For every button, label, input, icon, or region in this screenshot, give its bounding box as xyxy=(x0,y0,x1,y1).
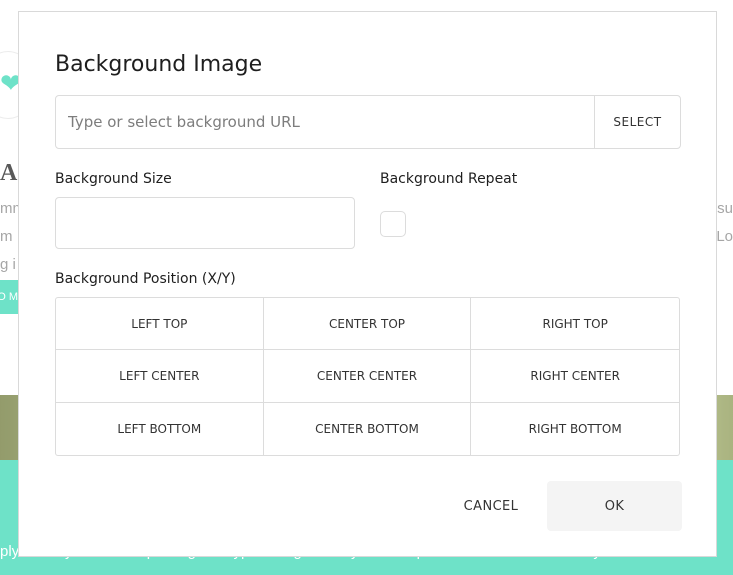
background-url-input[interactable] xyxy=(56,96,594,148)
background-position-grid: LEFT TOP CENTER TOP RIGHT TOP LEFT CENTE… xyxy=(55,297,680,456)
select-button[interactable]: SELECT xyxy=(594,96,680,148)
background-size-input[interactable] xyxy=(55,197,355,249)
position-left-bottom[interactable]: LEFT BOTTOM xyxy=(56,402,264,455)
background-image-dialog: Background Image SELECT Background Size … xyxy=(18,11,717,557)
dialog-title: Background Image xyxy=(55,52,263,77)
ok-button[interactable]: OK xyxy=(547,481,682,531)
position-center-bottom[interactable]: CENTER BOTTOM xyxy=(264,402,472,455)
position-left-top[interactable]: LEFT TOP xyxy=(56,298,264,351)
background-repeat-checkbox[interactable] xyxy=(380,211,406,237)
background-position-label: Background Position (X/Y) xyxy=(55,271,236,287)
url-field-group: SELECT xyxy=(55,95,681,149)
position-center-top[interactable]: CENTER TOP xyxy=(263,298,472,351)
background-repeat-label: Background Repeat xyxy=(380,171,518,187)
position-left-center[interactable]: LEFT CENTER xyxy=(56,350,264,403)
background-size-label: Background Size xyxy=(55,171,172,187)
position-right-bottom[interactable]: RIGHT BOTTOM xyxy=(471,403,679,455)
position-center-center[interactable]: CENTER CENTER xyxy=(263,350,472,403)
position-right-top[interactable]: RIGHT TOP xyxy=(471,298,679,351)
position-right-center[interactable]: RIGHT CENTER xyxy=(471,350,679,403)
cancel-button[interactable]: CANCEL xyxy=(443,482,539,530)
